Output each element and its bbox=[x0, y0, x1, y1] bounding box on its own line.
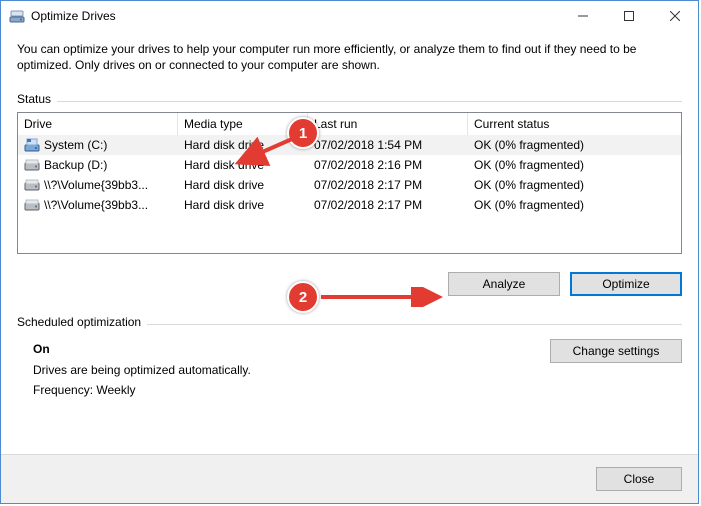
scheduled-frequency: Frequency: Weekly bbox=[33, 380, 251, 400]
cell-media: Hard disk drive bbox=[178, 178, 308, 192]
change-settings-button[interactable]: Change settings bbox=[550, 339, 682, 363]
window-title: Optimize Drives bbox=[31, 9, 116, 23]
maximize-button[interactable] bbox=[606, 1, 652, 31]
optimize-button[interactable]: Optimize bbox=[570, 272, 682, 296]
optimize-drives-window: Optimize Drives You can optimize your dr… bbox=[0, 0, 699, 504]
scheduled-desc: Drives are being optimized automatically… bbox=[33, 360, 251, 380]
cell-last: 07/02/2018 2:16 PM bbox=[308, 158, 468, 172]
scheduled-group: Scheduled optimization On Drives are bei… bbox=[17, 324, 682, 400]
cell-media: Hard disk drive bbox=[178, 138, 308, 152]
status-actions: Analyze Optimize bbox=[17, 272, 682, 296]
analyze-button[interactable]: Analyze bbox=[448, 272, 560, 296]
close-window-button[interactable] bbox=[652, 1, 698, 31]
table-row[interactable]: System (C:)Hard disk drive07/02/2018 1:5… bbox=[18, 135, 681, 155]
cell-last: 07/02/2018 2:17 PM bbox=[308, 198, 468, 212]
scheduled-info: On Drives are being optimized automatica… bbox=[17, 339, 251, 400]
cell-media: Hard disk drive bbox=[178, 158, 308, 172]
scheduled-legend: Scheduled optimization bbox=[17, 315, 147, 329]
app-icon bbox=[9, 8, 25, 24]
col-last[interactable]: Last run bbox=[308, 113, 468, 135]
cell-drive: System (C:) bbox=[18, 137, 178, 153]
cell-status: OK (0% fragmented) bbox=[468, 198, 681, 212]
close-button[interactable]: Close bbox=[596, 467, 682, 491]
scheduled-on: On bbox=[33, 339, 251, 359]
cell-last: 07/02/2018 1:54 PM bbox=[308, 138, 468, 152]
col-drive[interactable]: Drive bbox=[18, 113, 178, 135]
minimize-button[interactable] bbox=[560, 1, 606, 31]
cell-status: OK (0% fragmented) bbox=[468, 178, 681, 192]
cell-drive: \\?\Volume{39bb3... bbox=[18, 177, 178, 193]
cell-drive: Backup (D:) bbox=[18, 157, 178, 173]
status-group: Status Drive Media type Last run Current… bbox=[17, 101, 682, 296]
status-legend: Status bbox=[17, 92, 57, 106]
cell-status: OK (0% fragmented) bbox=[468, 138, 681, 152]
col-media[interactable]: Media type bbox=[178, 113, 308, 135]
cell-status: OK (0% fragmented) bbox=[468, 158, 681, 172]
footer: Close bbox=[1, 454, 698, 503]
window-body: You can optimize your drives to help you… bbox=[1, 31, 698, 454]
cell-media: Hard disk drive bbox=[178, 198, 308, 212]
titlebar: Optimize Drives bbox=[1, 1, 698, 31]
table-row[interactable]: \\?\Volume{39bb3...Hard disk drive07/02/… bbox=[18, 195, 681, 215]
col-status[interactable]: Current status bbox=[468, 113, 681, 135]
cell-last: 07/02/2018 2:17 PM bbox=[308, 178, 468, 192]
description-text: You can optimize your drives to help you… bbox=[17, 41, 682, 73]
drive-list[interactable]: Drive Media type Last run Current status… bbox=[17, 112, 682, 254]
cell-drive: \\?\Volume{39bb3... bbox=[18, 197, 178, 213]
table-row[interactable]: \\?\Volume{39bb3...Hard disk drive07/02/… bbox=[18, 175, 681, 195]
list-header: Drive Media type Last run Current status bbox=[18, 113, 681, 135]
list-rows: System (C:)Hard disk drive07/02/2018 1:5… bbox=[18, 135, 681, 215]
table-row[interactable]: Backup (D:)Hard disk drive07/02/2018 2:1… bbox=[18, 155, 681, 175]
